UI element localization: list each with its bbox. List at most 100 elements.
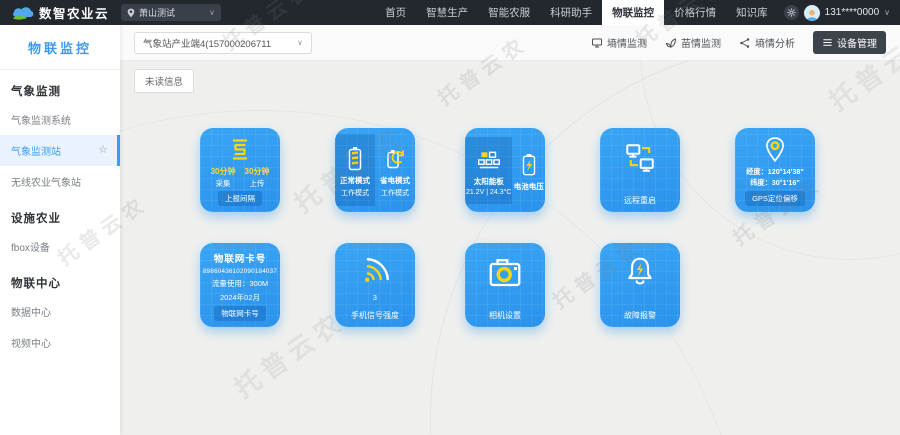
- unread-messages-button[interactable]: 未读信息: [134, 69, 194, 93]
- normal-mode-half[interactable]: 正常模式 工作模式: [335, 134, 375, 206]
- phone-signal-label: 手机信号强度: [351, 310, 399, 321]
- settings-button[interactable]: [784, 5, 799, 20]
- card-gps[interactable]: 经度：120°14'38" 纬度：30°1'16" GPS定位偏移: [735, 128, 815, 212]
- remote-restart-label: 远程重启: [624, 195, 656, 206]
- card-iot-sim[interactable]: 物联网卡号 89860436102090184037 流量使用：300M 202…: [200, 243, 280, 327]
- interval-values: 30分钟 采集 30分钟 上传: [211, 166, 270, 189]
- user-avatar[interactable]: [804, 5, 820, 21]
- iot-card-usage: 流量使用：300M: [212, 278, 268, 289]
- share-icon: [739, 37, 751, 49]
- card-remote-restart[interactable]: 远程重启: [600, 128, 680, 212]
- nav-item-research-assistant[interactable]: 科研助手: [540, 0, 602, 25]
- sidebar-item-wireless-weather-station[interactable]: 无线农业气象站: [0, 166, 120, 197]
- eco-mode-sub: 工作模式: [381, 188, 409, 198]
- card-power-voltage[interactable]: 太阳能板 21.2V | 24.3°C 电池电压: [465, 128, 545, 212]
- content-header: 气象站产业端4(157000206711 ∨ 墒情监测 苗情监测: [120, 25, 900, 61]
- sidebar: 物联监控 气象监测 气象监测系统 气象监测站 ☆ 无线农业气象站 设施农业 fb…: [0, 25, 120, 435]
- iot-card-number: 89860436102090184037: [203, 268, 277, 275]
- card-phone-signal[interactable]: 3 手机信号强度: [335, 243, 415, 327]
- solar-title: 太阳能板: [474, 176, 504, 187]
- gps-longitude: 经度：120°14'38": [746, 167, 804, 178]
- sidebar-item-label: 视频中心: [11, 335, 51, 350]
- sidebar-item-label: 无线农业气象站: [11, 174, 81, 189]
- location-selector[interactable]: 萧山测试 ∨: [121, 4, 221, 21]
- sidebar-item-label: fbox设备: [11, 239, 50, 254]
- nav-item-smart-production[interactable]: 智慧生产: [416, 0, 478, 25]
- sidebar-section-weather: 气象监测: [0, 70, 120, 104]
- solar-panel-half[interactable]: 太阳能板 21.2V | 24.3°C: [465, 137, 512, 204]
- header-actions: 墒情监测 苗情监测 墒情分析 设备管理: [591, 31, 886, 54]
- solar-panel-icon: [476, 148, 502, 174]
- action-seedling-monitor[interactable]: 苗情监测: [665, 35, 721, 50]
- eco-mode-title: 省电模式: [380, 175, 410, 186]
- top-navigation: 首页 智慧生产 智能农服 科研助手 物联监控 价格行情 知识库: [375, 0, 778, 25]
- nav-item-price-market[interactable]: 价格行情: [664, 0, 726, 25]
- device-management-button[interactable]: 设备管理: [813, 31, 886, 54]
- leaf-icon: [665, 37, 677, 49]
- action-label: 苗情监测: [681, 35, 721, 50]
- avatar-icon: [805, 8, 819, 21]
- app-logo[interactable]: 数智农业云: [0, 3, 117, 22]
- battery-bolt-icon: [518, 151, 540, 179]
- user-phone[interactable]: 131****0000: [825, 7, 880, 18]
- location-pin-icon: [762, 136, 788, 164]
- interval-icon: [226, 136, 254, 163]
- sidebar-section-facility: 设施农业: [0, 197, 120, 231]
- sidebar-item-fbox-device[interactable]: fbox设备: [0, 231, 120, 262]
- iot-card-month: 2024年02月: [220, 292, 260, 303]
- action-label: 设备管理: [837, 35, 877, 50]
- wifi-icon: [358, 255, 392, 289]
- card-fault-alarm[interactable]: 故障报警: [600, 243, 680, 327]
- action-soil-moisture-analysis[interactable]: 墒情分析: [739, 35, 795, 50]
- card-footer-pill: 上报间隔: [218, 191, 262, 206]
- sidebar-item-weather-station[interactable]: 气象监测站 ☆: [0, 135, 120, 166]
- location-pin-icon: [127, 8, 135, 18]
- monitor-icon: [591, 37, 603, 49]
- normal-mode-title: 正常模式: [340, 175, 370, 186]
- normal-mode-sub: 工作模式: [341, 188, 369, 198]
- iot-card-title: 物联网卡号: [214, 251, 267, 265]
- chevron-down-icon: ∨: [209, 9, 215, 17]
- nav-item-home[interactable]: 首页: [375, 0, 416, 25]
- action-label: 墒情监测: [607, 35, 647, 50]
- sidebar-item-weather-system[interactable]: 气象监测系统: [0, 104, 120, 135]
- camera-settings-label: 相机设置: [489, 310, 521, 321]
- card-footer-pill: GPS定位偏移: [745, 191, 805, 206]
- nav-item-smart-agriservice[interactable]: 智能农服: [478, 0, 540, 25]
- app-title: 数智农业云: [39, 3, 109, 22]
- user-area: 131****0000 ∨: [778, 5, 900, 21]
- sidebar-section-iot-center: 物联中心: [0, 262, 120, 296]
- alarm-bell-icon: [624, 255, 656, 289]
- gps-latitude: 纬度：30°1'16": [746, 178, 804, 189]
- nav-item-knowledge-base[interactable]: 知识库: [726, 0, 778, 25]
- battery-voltage-half[interactable]: 电池电压: [512, 140, 545, 200]
- eco-mode-half[interactable]: 省电模式 工作模式: [375, 134, 415, 206]
- sidebar-item-video-center[interactable]: 视频中心: [0, 327, 120, 358]
- cloud-logo-icon: [12, 5, 34, 20]
- card-footer-pill: 物联网卡号: [214, 306, 266, 321]
- gear-icon: [787, 8, 796, 17]
- gps-coordinates: 经度：120°14'38" 纬度：30°1'16": [746, 167, 804, 189]
- action-soil-moisture-monitor[interactable]: 墒情监测: [591, 35, 647, 50]
- battery-icon: [343, 145, 367, 173]
- camera-icon: [487, 256, 523, 290]
- collect-interval-label: 采集: [216, 178, 231, 189]
- chevron-down-icon[interactable]: ∨: [884, 9, 890, 17]
- card-report-interval[interactable]: 30分钟 采集 30分钟 上传 上报间隔: [200, 128, 280, 212]
- sidebar-item-data-center[interactable]: 数据中心: [0, 296, 120, 327]
- location-value: 萧山测试: [139, 6, 175, 19]
- upload-interval-value: 30分钟: [245, 166, 270, 177]
- star-icon[interactable]: ☆: [98, 145, 108, 156]
- device-selector[interactable]: 气象站产业端4(157000206711 ∨: [134, 32, 312, 54]
- fault-alarm-label: 故障报警: [624, 310, 656, 321]
- signal-value: 3: [373, 295, 377, 302]
- collect-interval-value: 30分钟: [211, 166, 236, 177]
- sidebar-item-label: 气象监测站: [11, 143, 61, 158]
- battery-refresh-icon: [383, 145, 407, 173]
- nav-item-iot-monitoring[interactable]: 物联监控: [602, 0, 664, 25]
- topbar: 数智农业云 萧山测试 ∨ 首页 智慧生产 智能农服 科研助手 物联监控 价格行情…: [0, 0, 900, 25]
- remote-computers-icon: [623, 140, 657, 176]
- card-work-mode[interactable]: 正常模式 工作模式 省电模式 工作模式: [335, 128, 415, 212]
- card-camera-settings[interactable]: 相机设置: [465, 243, 545, 327]
- sidebar-item-label: 数据中心: [11, 304, 51, 319]
